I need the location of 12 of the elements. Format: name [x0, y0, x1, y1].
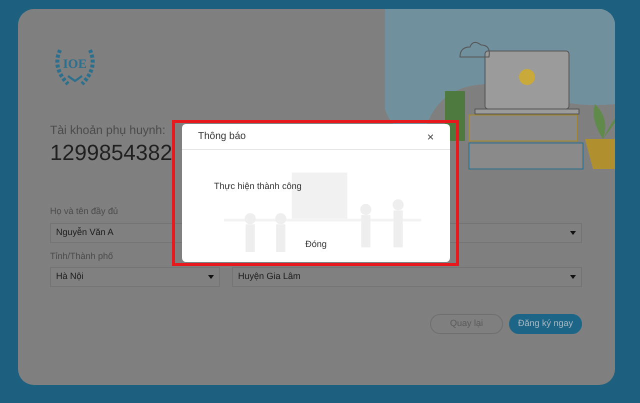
register-button[interactable]: Đăng ký ngay — [509, 314, 582, 334]
logo-text: IOE — [63, 55, 87, 73]
dropdown-caret-icon — [208, 275, 214, 279]
dropdown-caret-icon — [570, 230, 576, 234]
close-button[interactable]: × — [426, 130, 434, 142]
close-dialog-button[interactable]: Đóng — [299, 236, 333, 253]
dialog-title: Thông báo — [198, 130, 246, 144]
select-field[interactable]: Hà Nội — [50, 267, 220, 287]
dropdown-caret-icon — [570, 275, 576, 279]
dialog-message: Thực hiện thành công — [214, 180, 303, 193]
select-field[interactable]: Huyện Gia Lâm — [232, 267, 582, 287]
account-number: 1299854382 — [50, 139, 172, 166]
